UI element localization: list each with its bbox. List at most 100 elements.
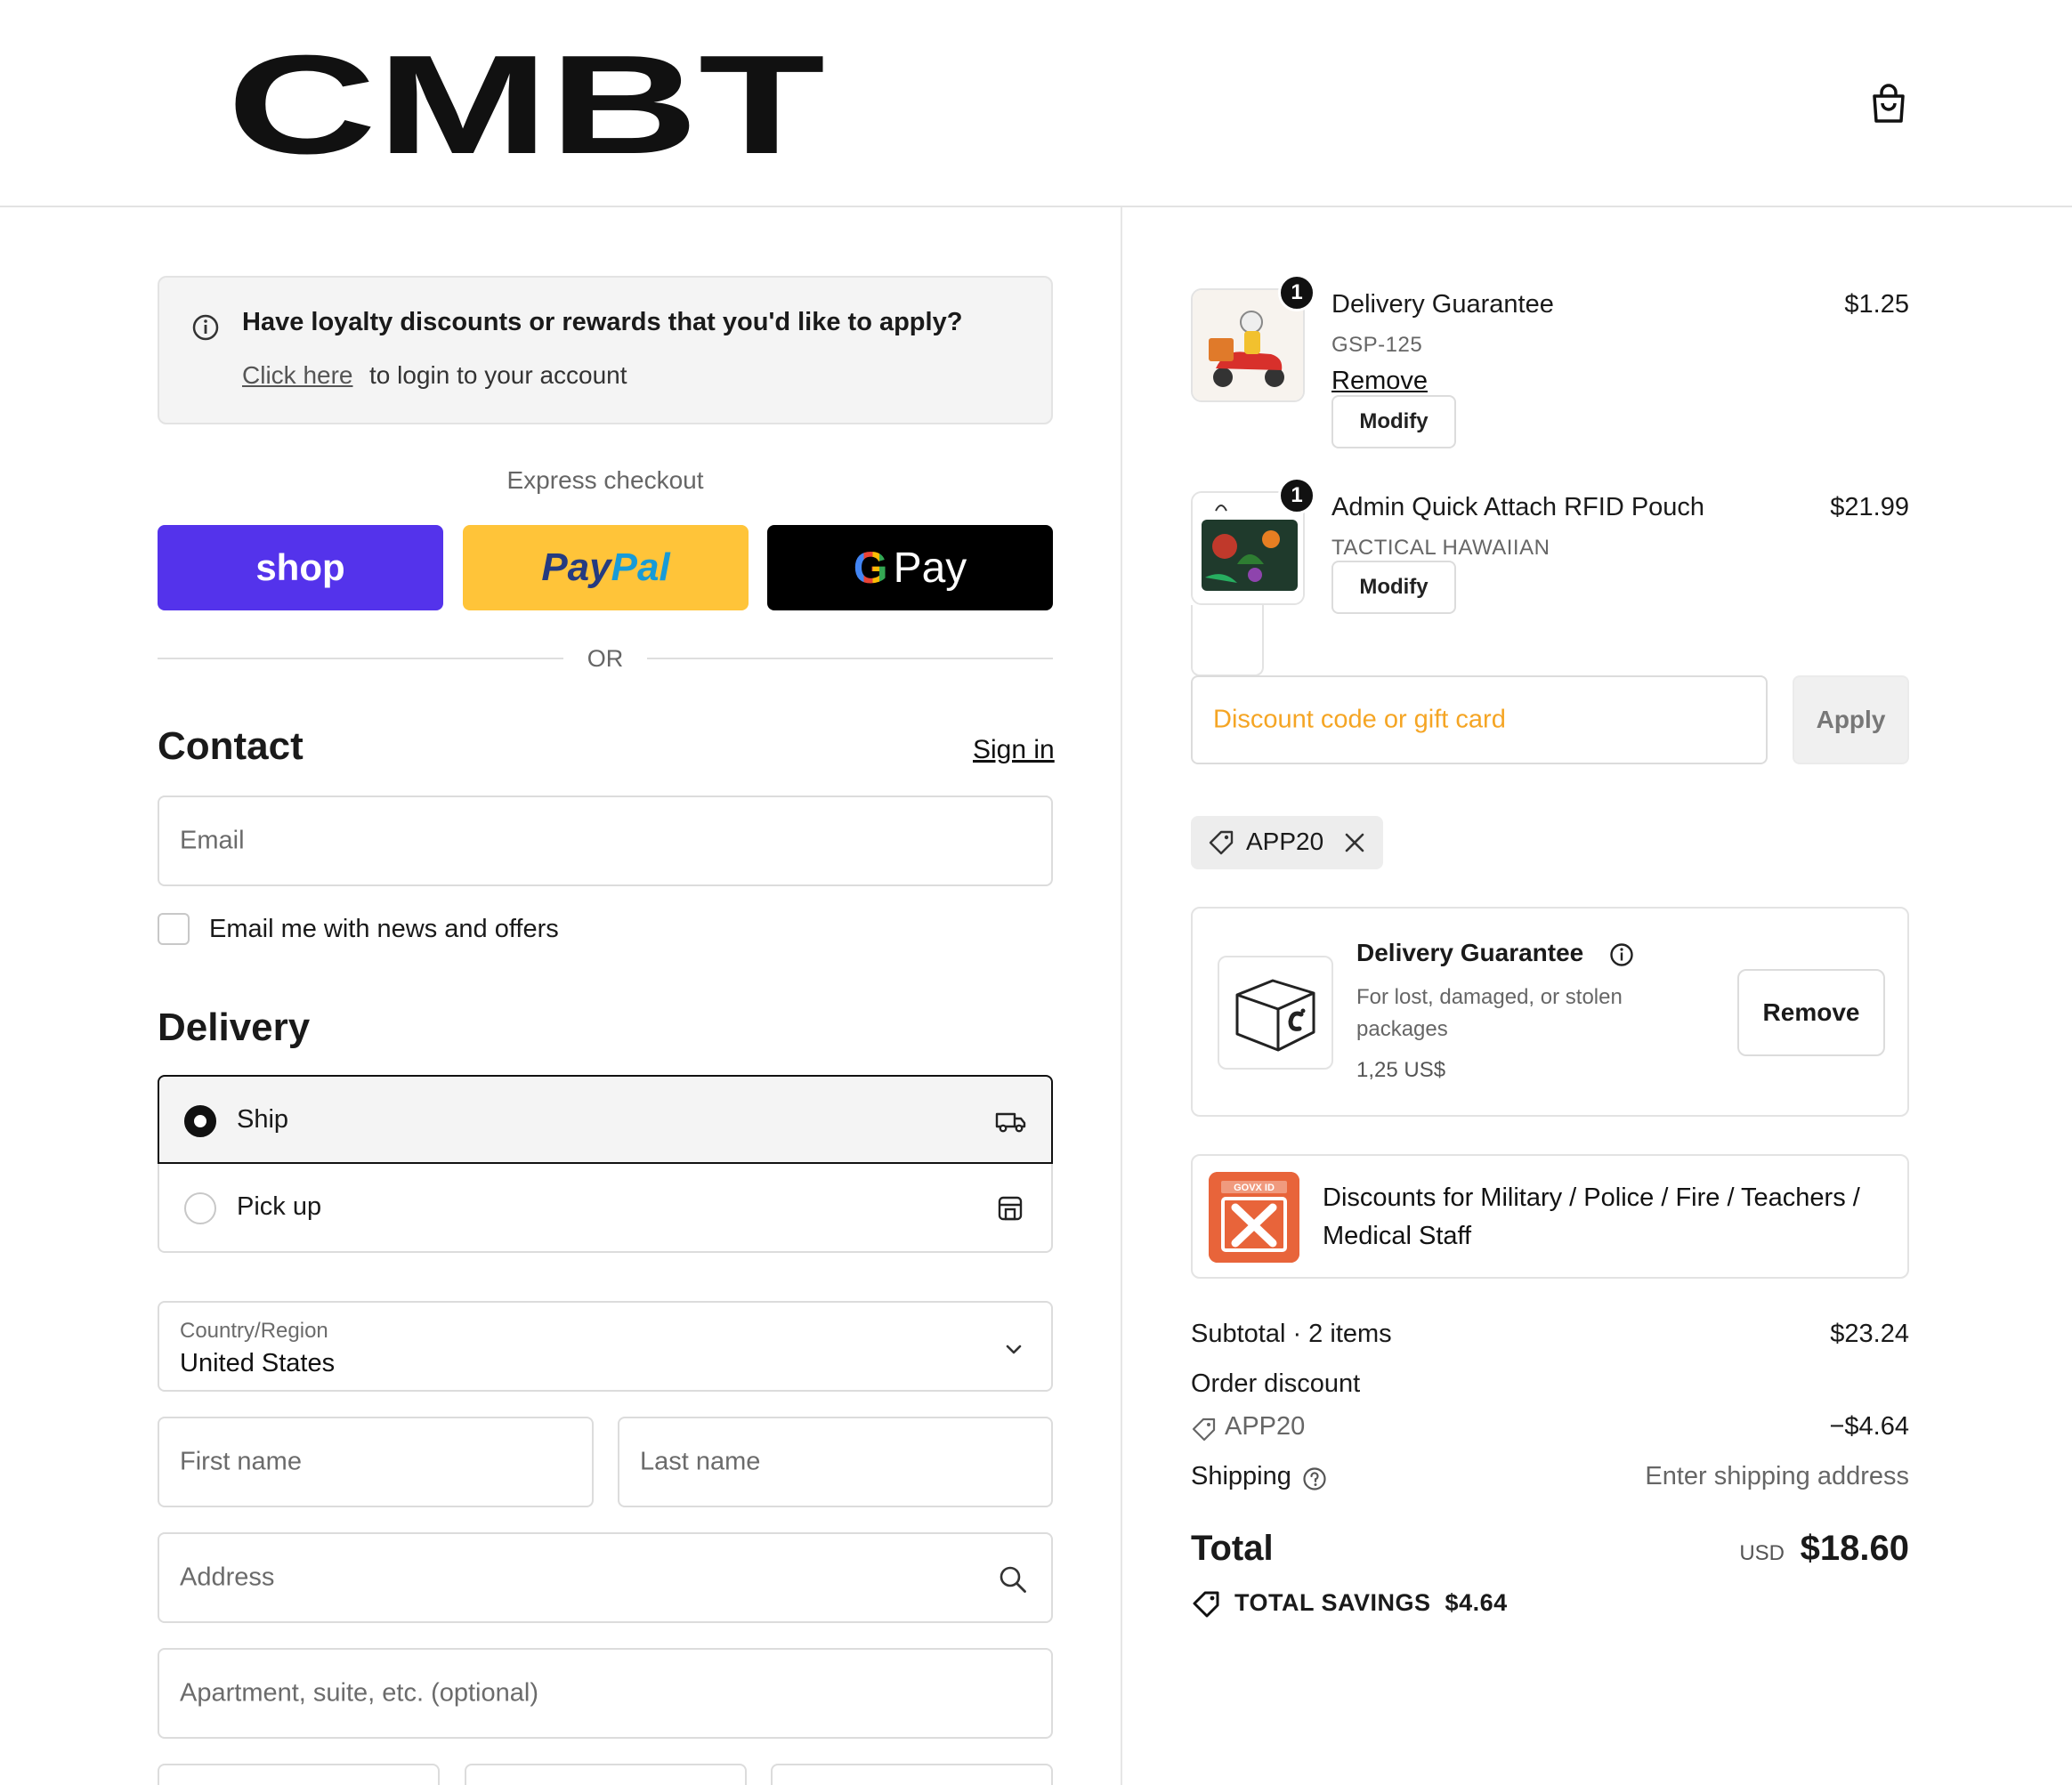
cart-bag-icon[interactable] [1869,82,1908,125]
column-divider [1121,207,1122,1785]
applied-discount-chip: APP20 [1191,816,1383,869]
item-sku: GSP-125 [1331,333,1423,357]
or-line-right [647,658,1053,659]
delivery-heading: Delivery [158,1006,311,1049]
search-icon[interactable] [998,1564,1028,1595]
tag-icon [1209,830,1234,855]
state-field[interactable] [465,1764,747,1785]
address-field[interactable]: Address [158,1532,1053,1623]
cart-item: 1 Admin Quick Attach RFID Pouch $21.99 T… [1191,477,1909,616]
google-pay-button[interactable]: G Pay [767,525,1053,610]
delivery-option-ship[interactable]: Ship [158,1075,1053,1164]
item-modify-button[interactable]: Modify [1331,395,1456,448]
header: CMBT [0,0,2072,207]
total-currency: USD [1739,1541,1785,1565]
item-remove-link[interactable]: Remove [1331,367,1428,396]
cart-item: 1 Delivery Guarantee $1.25 GSP-125 Remov… [1191,274,1909,457]
close-icon[interactable] [1342,830,1367,855]
delivery-guarantee-card: Delivery Guarantee For lost, damaged, or… [1191,907,1909,1117]
loyalty-title: Have loyalty discounts or rewards that y… [242,308,963,336]
guarantee-description: For lost, damaged, or stolen packages [1356,985,1623,1041]
tag-icon [1192,1418,1216,1442]
savings-value: $4.64 [1445,1589,1508,1616]
info-icon[interactable] [1609,942,1634,967]
newsletter-label: Email me with news and offers [209,915,559,943]
brand-logo[interactable]: CMBT [227,48,825,159]
svg-text:GOVX ID: GOVX ID [1234,1183,1275,1193]
contact-heading: Contact [158,724,304,768]
chevron-down-icon [1006,1345,1022,1354]
country-label: Country/Region [180,1319,328,1343]
city-field[interactable] [158,1764,440,1785]
loyalty-login-text: to login to your account [369,361,627,389]
item-modify-button[interactable]: Modify [1331,561,1456,614]
first-name-field[interactable]: First name [158,1417,594,1507]
subtotal-value: $23.24 [1830,1320,1909,1348]
country-value: United States [180,1349,336,1377]
express-checkout-label: Express checkout [506,466,704,494]
item-name: Delivery Guarantee [1331,290,1554,319]
svg-text:CMBT: CMBT [227,48,825,159]
or-divider: OR [158,645,1053,672]
applied-discount-code: APP20 [1246,828,1324,855]
email-placeholder: Email [180,826,245,855]
savings-tag-icon [1193,1591,1219,1618]
discount-value: −$4.64 [1829,1412,1909,1441]
guarantee-title: Delivery Guarantee [1356,939,1584,966]
govx-logo: GOVX ID [1209,1172,1299,1263]
truck-icon [995,1112,1026,1133]
shipping-value: Enter shipping address [1645,1462,1909,1490]
newsletter-checkbox[interactable] [158,913,190,945]
guarantee-remove-button[interactable]: Remove [1737,969,1885,1056]
paypal-button[interactable]: Pay Pal [463,525,749,610]
delivery-option-pickup[interactable]: Pick up [158,1164,1053,1253]
apartment-field[interactable]: Apartment, suite, etc. (optional) [158,1648,1053,1739]
shop-pay-button[interactable]: shop [158,525,443,610]
ship-radio[interactable] [184,1105,216,1137]
order-discount-label: Order discount [1191,1369,1361,1398]
last-name-placeholder: Last name [640,1447,761,1476]
google-pay-label: Pay [893,544,967,592]
paypal-label-a: Pay [541,545,611,589]
address-placeholder: Address [180,1563,275,1592]
savings-label: TOTAL SAVINGS [1234,1589,1431,1616]
item-variant: TACTICAL HAWAIIAN [1331,536,1550,560]
item-thumbnail-stub [1191,605,1264,676]
military-discount-text: Discounts for Military / Police / Fire /… [1323,1183,1860,1250]
loyalty-banner: Have loyalty discounts or rewards that y… [158,276,1053,424]
sign-in-link[interactable]: Sign in [973,735,1055,765]
apartment-placeholder: Apartment, suite, etc. (optional) [180,1678,538,1708]
loyalty-login-link[interactable]: Click here [242,361,352,390]
zip-field[interactable] [771,1764,1053,1785]
paypal-label-b: Pal [611,545,670,589]
google-g-logo: G [853,543,888,593]
info-icon [192,314,219,341]
guarantee-amount: 1,25 US$ [1356,1058,1446,1082]
discount-placeholder: Discount code or gift card [1213,705,1506,734]
box-icon [1235,979,1315,1052]
item-quantity-badge: 1 [1278,477,1315,514]
ship-label: Ship [237,1105,289,1134]
apply-discount-button[interactable]: Apply [1793,675,1909,764]
item-price: $21.99 [1830,493,1909,521]
shipping-label: Shipping [1191,1462,1291,1490]
shop-pay-label: shop [255,546,345,588]
delivery-method-group: Ship Pick up [158,1075,1053,1253]
store-icon [998,1196,1023,1221]
email-field[interactable]: Email [158,796,1053,886]
help-icon[interactable] [1302,1466,1327,1491]
item-quantity-badge: 1 [1278,274,1315,311]
military-discount-card[interactable]: GOVX ID Discounts for Military / Police … [1191,1154,1909,1279]
total-savings-text: TOTAL SAVINGS $4.64 [1234,1589,1508,1617]
total-value: $18.60 [1800,1529,1909,1568]
discount-code-field[interactable]: Discount code or gift card [1191,675,1768,764]
first-name-placeholder: First name [180,1447,302,1476]
item-price: $1.25 [1844,290,1909,319]
pickup-radio[interactable] [184,1192,216,1224]
pickup-label: Pick up [237,1192,322,1221]
country-select[interactable]: Country/Region United States [158,1301,1053,1392]
govx-logo-graphic: GOVX ID [1209,1172,1299,1263]
last-name-field[interactable]: Last name [618,1417,1053,1507]
discount-code-summary: APP20 [1225,1412,1306,1441]
total-row: Total USD $18.60 [1191,1529,1909,1573]
